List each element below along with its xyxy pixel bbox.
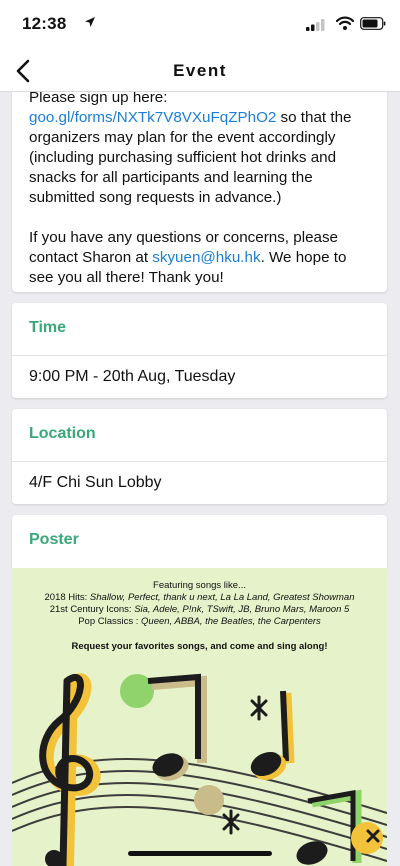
poster-row1-label: 2018 Hits: — [44, 592, 90, 603]
poster-row3-songs: Queen, ABBA, the Beatles, the Carpenters — [141, 616, 321, 627]
poster-image[interactable]: Featuring songs like... 2018 Hits: Shall… — [12, 568, 387, 866]
status-bar: 12:38 — [0, 0, 400, 50]
location-card: Location 4/F Chi Sun Lobby — [12, 409, 387, 504]
time-card: Time 9:00 PM - 20th Aug, Tuesday — [12, 303, 387, 398]
battery-icon — [360, 17, 386, 30]
wifi-icon — [336, 16, 354, 30]
contact-email-link[interactable]: skyuen@hku.hk — [152, 249, 260, 266]
poster-row-classics: Pop Classics : Queen, ABBA, the Beatles,… — [12, 616, 387, 628]
poster-card: Poster — [12, 515, 387, 568]
tan-dot — [194, 785, 224, 815]
poster-row3-label: Pop Classics : — [78, 616, 142, 627]
page-title: Event — [173, 61, 227, 80]
quarter-note-icon — [250, 690, 295, 781]
event-scroll-view[interactable]: Please sign up here: goo.gl/forms/NXTk7V… — [0, 0, 400, 866]
eighth-note-icon — [147, 673, 207, 781]
home-indicator[interactable] — [128, 851, 272, 856]
signal-icon — [306, 19, 325, 31]
time-label: Time — [12, 303, 387, 356]
poster-row-2018-hits: 2018 Hits: Shallow, Perfect, thank u nex… — [12, 592, 387, 604]
location-arrow-icon — [85, 17, 95, 27]
treble-clef-icon — [39, 673, 101, 866]
navigation-bar: Event — [0, 50, 400, 92]
poster-heading: Featuring songs like... — [153, 580, 246, 591]
poster-text-block: Featuring songs like... 2018 Hits: Shall… — [12, 580, 387, 628]
poster-label: Poster — [29, 531, 79, 548]
description-paragraph-contact: If you have any questions or concerns, p… — [29, 228, 370, 288]
poster-call-to-action: Request your favorites songs, and come a… — [71, 641, 328, 652]
time-value: 9:00 PM - 20th Aug, Tuesday — [29, 368, 236, 385]
poster-row-icons: 21st Century Icons: Sia, Adele, P!nk, TS… — [12, 604, 387, 616]
status-time: 12:38 — [22, 14, 67, 33]
signup-form-link[interactable]: goo.gl/forms/NXTk7V8VXuFqZPhO2 — [29, 109, 276, 126]
poster-row1-songs: Shallow, Perfect, thank u next, La La La… — [89, 592, 355, 603]
poster-row2-label: 21st Century Icons: — [49, 604, 135, 615]
music-notes-illustration — [12, 673, 387, 866]
location-label: Location — [12, 409, 387, 462]
description-paragraph-signup: Please sign up here: goo.gl/forms/NXTk7V… — [29, 88, 370, 208]
poster-row2-songs: Sia, Adele, P!nk, TSwift, JB, Bruno Mars… — [134, 604, 350, 615]
location-value: 4/F Chi Sun Lobby — [29, 474, 162, 491]
